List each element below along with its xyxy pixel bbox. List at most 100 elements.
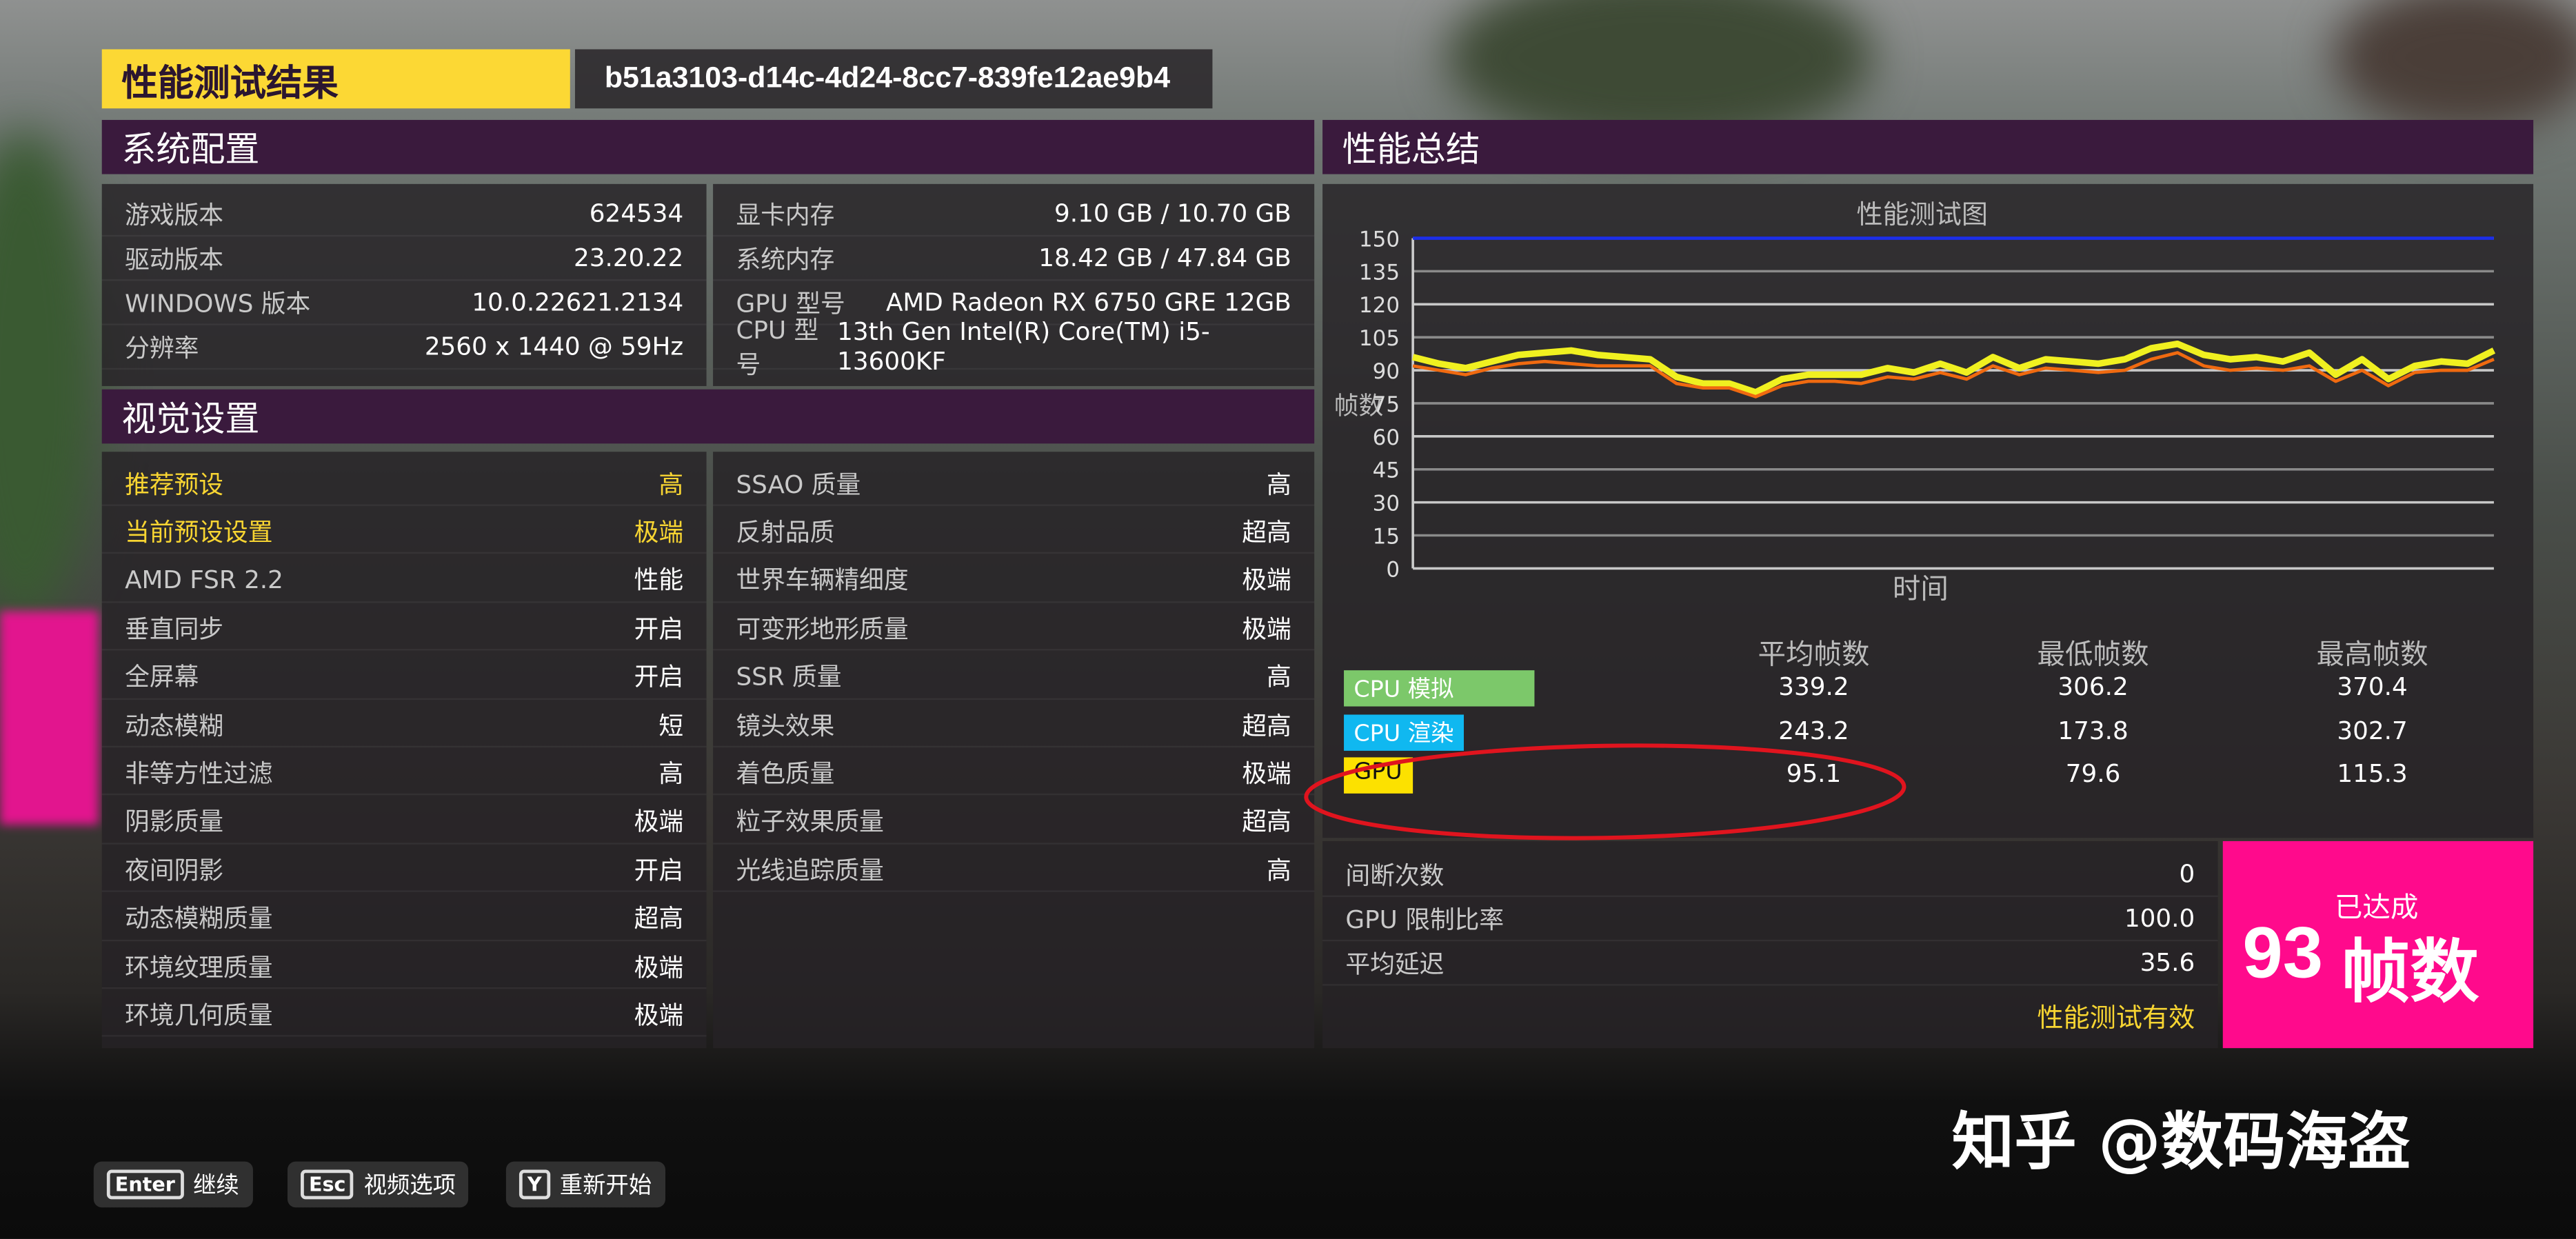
setting-row: AMD FSR 2.2 性能: [101, 558, 707, 603]
setting-row: 世界车辆精细度 极端: [713, 558, 1315, 603]
background-foliage: [0, 131, 99, 625]
setting-value: 极端: [634, 517, 684, 547]
setting-row: 反射品质 超高: [713, 510, 1315, 554]
setting-row: 着色质量 极端: [713, 752, 1315, 796]
setting-row: 环境几何质量 极端: [101, 993, 707, 1038]
y-tick-label: 45: [1373, 459, 1400, 483]
setting-row: GPU 限制比率 100.0: [1322, 897, 2218, 942]
visual-settings-left: 推荐预设高当前预设设置 极端 AMD FSR 2.2 性能 垂直同步 开启 全屏幕 开启 动态模…: [101, 452, 707, 1049]
y-tick-label: 30: [1373, 492, 1400, 516]
setting-row: 动态模糊质量 超高: [101, 896, 707, 941]
setting-row: CPU 型号 13th Gen Intel(R) Core(TM) i5-1360…: [713, 315, 1315, 379]
setting-value: 极端: [1242, 614, 1291, 644]
setting-value: 极端: [634, 1000, 684, 1030]
setting-label: 分辨率: [125, 332, 199, 363]
column-header: 最高帧数: [2316, 638, 2428, 672]
setting-label: 反射品质: [736, 517, 835, 547]
setting-value: 短: [658, 710, 684, 741]
achieved-value: 93: [2242, 913, 2324, 994]
footer-button-label: 视频选项: [363, 1173, 456, 1200]
summary-value: 306.2: [2057, 672, 2129, 702]
page-title: 性能测试结果: [101, 49, 570, 109]
key-hint: Y: [519, 1169, 550, 1200]
setting-row: 阴影质量 极端: [101, 800, 707, 845]
setting-label: 环境纹理质量: [125, 951, 273, 982]
y-tick-label: 60: [1373, 425, 1400, 450]
setting-value: 9.10 GB / 10.70 GB: [1054, 199, 1291, 229]
setting-label: 当前预设设置: [125, 517, 273, 547]
setting-row: 分辨率 2560 x 1440 @ 59Hz: [101, 325, 707, 370]
setting-label: 可变形地形质量: [736, 614, 909, 644]
setting-label: SSR 质量: [736, 662, 842, 692]
setting-value: 2560 x 1440 @ 59Hz: [424, 332, 684, 362]
setting-value: 极端: [1242, 565, 1291, 596]
setting-value: 10.0.22621.2134: [472, 287, 684, 317]
setting-value: 超高: [634, 903, 684, 934]
setting-label: 平均延迟: [1345, 949, 1445, 978]
setting-value: 高: [658, 758, 684, 789]
summary-value: 79.6: [2065, 758, 2121, 789]
footer-button-enter[interactable]: Enter 继续: [93, 1161, 252, 1208]
setting-row: 粒子效果质量 超高: [713, 800, 1315, 845]
setting-label: 垂直同步: [125, 614, 224, 644]
setting-label: 游戏版本: [125, 199, 224, 230]
setting-value: 高: [1267, 469, 1291, 499]
setting-row: 平均延迟 35.6: [1322, 941, 2218, 986]
setting-row: SSR 质量 高: [713, 655, 1315, 700]
watermark: 知乎 @数码海盗: [1951, 1105, 2411, 1178]
setting-row: WINDOWS 版本 10.0.22621.2134: [101, 281, 707, 325]
setting-row: 全屏幕 开启: [101, 655, 707, 700]
setting-label: 全屏幕: [125, 662, 199, 692]
setting-value: 开启: [634, 614, 684, 644]
summary-value: 370.4: [2337, 672, 2408, 702]
setting-label: 粒子效果质量: [736, 807, 884, 837]
setting-value: 23.20.22: [574, 243, 684, 273]
setting-row: 间断次数 0: [1322, 853, 2218, 897]
summary-value: 339.2: [1778, 672, 1849, 702]
y-tick-label: 90: [1373, 359, 1400, 384]
setting-row: 环境纹理质量 极端: [101, 945, 707, 989]
setting-value: 极端: [1242, 758, 1291, 789]
setting-row: 显卡内存 9.10 GB / 10.70 GB: [713, 192, 1315, 237]
summary-value: 302.7: [2337, 715, 2408, 745]
setting-label: 夜间阴影: [125, 855, 224, 885]
achieved-unit: 帧数: [2341, 931, 2479, 1012]
setting-row: 当前预设设置 极端: [101, 510, 707, 554]
setting-label: 间断次数: [1345, 860, 1445, 890]
footer-button-esc[interactable]: Esc 视频选项: [287, 1161, 470, 1208]
setting-label: 推荐预设: [125, 469, 224, 499]
setting-label: 世界车辆精细度: [736, 565, 909, 596]
setting-value: 性能: [634, 565, 684, 596]
valid-status: 性能测试有效: [2037, 1002, 2195, 1034]
series-chip: CPU 模拟: [1344, 670, 1535, 707]
system-config-header: 系统配置: [101, 119, 1315, 174]
setting-label: AMD FSR 2.2: [125, 565, 283, 595]
benchmark-results-screen: 性能测试结果 b51a3103-d14c-4d24-8cc7-839fe12ae…: [0, 0, 2576, 1239]
setting-row: 系统内存 18.42 GB / 47.84 GB: [713, 236, 1315, 281]
setting-value: 超高: [1242, 807, 1291, 837]
setting-row: 夜间阴影 开启: [101, 848, 707, 893]
achieved-fps-badge: 已达成 93 帧数: [2222, 840, 2534, 1049]
performance-chart: 性能测试图 时间 帧数 0153045607590105120135150: [1334, 199, 2496, 605]
setting-value: 35.6: [2140, 947, 2195, 978]
setting-label: 镜头效果: [736, 710, 835, 741]
setting-label: CPU 型号: [736, 315, 819, 380]
setting-value: 极端: [634, 951, 684, 982]
column-header: 最低帧数: [2037, 638, 2149, 672]
setting-label: 驱动版本: [125, 243, 224, 274]
setting-value: 极端: [634, 807, 684, 837]
setting-value: 超高: [1242, 517, 1291, 547]
setting-row: 垂直同步 开启: [101, 607, 707, 651]
footer-button-y[interactable]: Y 重新开始: [505, 1161, 665, 1208]
setting-row: SSAO 质量 高: [713, 462, 1315, 506]
key-hint: Enter: [106, 1169, 183, 1200]
y-tick-label: 0: [1386, 557, 1400, 582]
system-config-left: 游戏版本 624534 驱动版本 23.20.22 WINDOWS 版本 10.0.226…: [101, 183, 707, 386]
setting-value: 高: [1267, 855, 1291, 885]
setting-row: 驱动版本 23.20.22: [101, 236, 707, 281]
setting-row: 可变形地形质量 极端: [713, 607, 1315, 651]
footer-button-label: 继续: [193, 1173, 239, 1200]
setting-value: AMD Radeon RX 6750 GRE 12GB: [885, 287, 1291, 317]
setting-value: 开启: [634, 855, 684, 885]
setting-row: 游戏版本 624534: [101, 192, 707, 237]
